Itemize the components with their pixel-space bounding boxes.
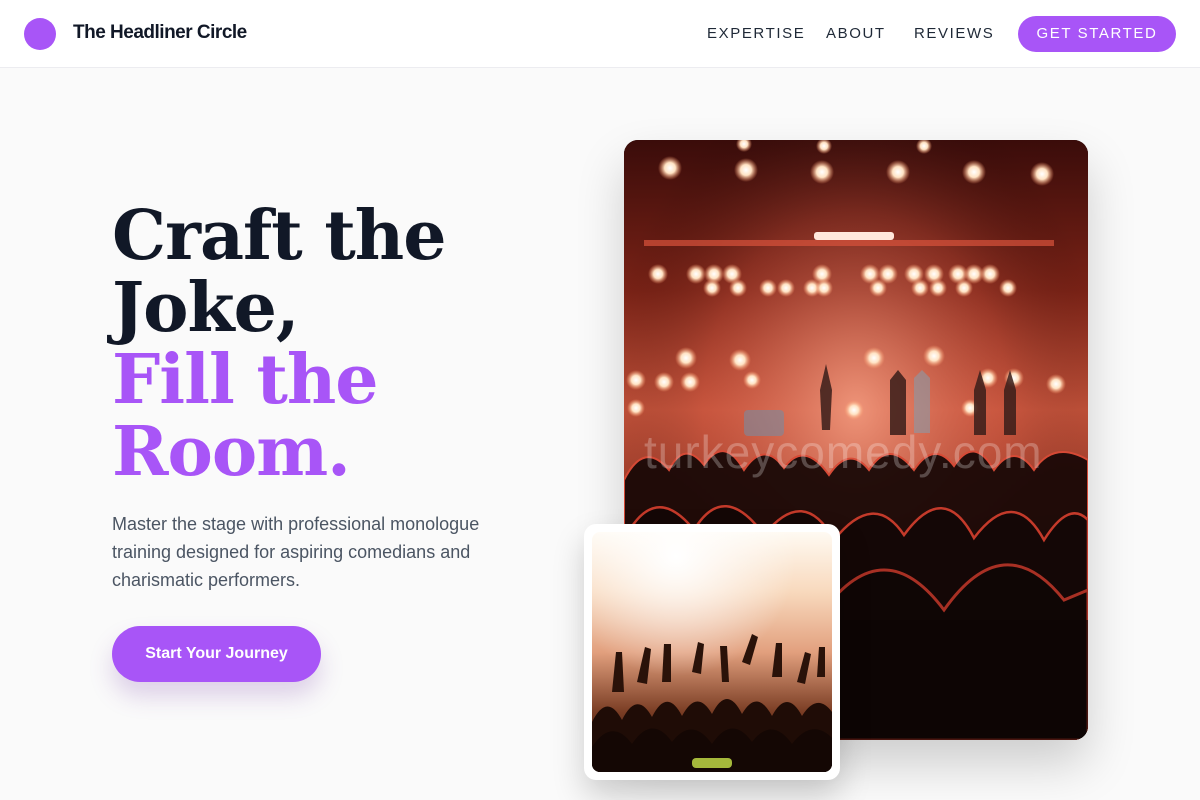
headline-accent-line: Room.	[112, 412, 351, 492]
headline-line: Craft the	[112, 196, 446, 276]
hero-subtext: Master the stage with professional monol…	[112, 514, 480, 590]
nav-link-expertise[interactable]: EXPERTISE	[707, 25, 805, 42]
nav-link-about[interactable]: ABOUT	[826, 25, 886, 42]
crowd-hands-illustration	[592, 532, 832, 772]
headline-accent-line: Fill the	[112, 340, 379, 420]
start-journey-button[interactable]: Start Your Journey	[112, 626, 321, 682]
brand-name[interactable]: The Headliner Circle	[73, 22, 247, 44]
crowd-hands-photo-card	[584, 524, 840, 780]
hero-headline: Craft the Joke, Fill the Room.	[112, 196, 446, 492]
get-started-button[interactable]: GET STARTED	[1018, 16, 1176, 52]
crowd-hands-photo	[592, 532, 832, 772]
headline-line: Joke,	[112, 268, 300, 348]
site-header: The Headliner Circle EXPERTISE ABOUT REV…	[0, 0, 1200, 68]
photo-watermark: turkeycomedy.com	[644, 426, 1043, 478]
nav-link-reviews[interactable]: REVIEWS	[914, 25, 994, 42]
brand-logo-icon[interactable]	[24, 18, 56, 50]
